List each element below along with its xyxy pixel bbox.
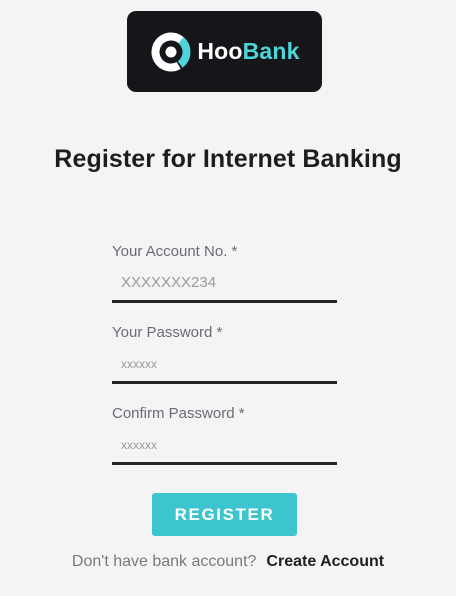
- register-page: HooBank Register for Internet Banking Yo…: [0, 0, 456, 596]
- password-label: Your Password *: [112, 324, 223, 341]
- confirm-password-label: Confirm Password *: [112, 405, 245, 422]
- create-account-link[interactable]: Create Account: [266, 553, 384, 570]
- password-input[interactable]: [112, 346, 337, 384]
- signup-prompt: Don't have bank account? Create Account: [0, 553, 456, 571]
- confirm-password-input[interactable]: [112, 427, 337, 465]
- password-field: Your Password *: [112, 323, 337, 384]
- account-number-field: Your Account No. *: [112, 242, 337, 303]
- brand-logo[interactable]: HooBank: [127, 11, 322, 92]
- brand-name-part1: Hoo: [197, 38, 243, 64]
- account-number-label: Your Account No. *: [112, 243, 238, 260]
- register-button[interactable]: REGISTER: [152, 493, 297, 536]
- brand-name: HooBank: [197, 40, 299, 63]
- account-number-input[interactable]: [112, 265, 337, 303]
- signup-prompt-text: Don't have bank account?: [71, 553, 257, 570]
- confirm-password-field: Confirm Password *: [112, 404, 337, 465]
- hoobank-logo-icon: [151, 32, 191, 71]
- page-title: Register for Internet Banking: [54, 145, 402, 173]
- brand-name-part2: Bank: [242, 38, 300, 64]
